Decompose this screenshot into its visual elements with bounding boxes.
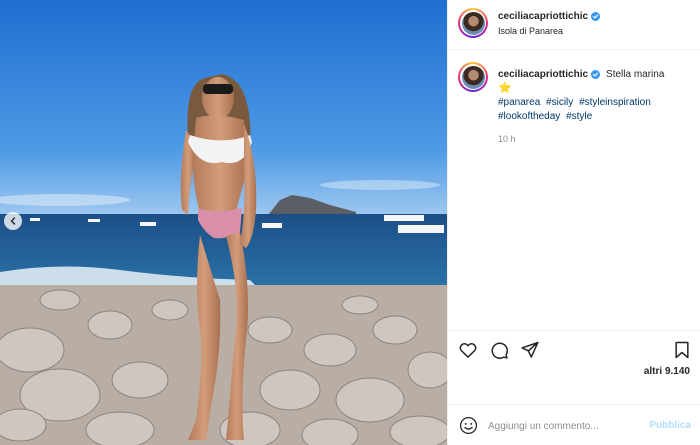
paper-plane-icon[interactable] [520,340,540,360]
post-actions [448,330,700,370]
hashtag-link[interactable]: #lookoftheday [498,111,560,122]
verified-badge-icon [591,12,601,21]
post-timestamp: 10 h [498,134,516,144]
bookmark-icon[interactable] [672,340,692,360]
comment-icon[interactable] [489,340,509,360]
emoji-smile-icon[interactable] [459,416,478,435]
post-header: ceciliacapriottichic Isola di Panarea [448,0,700,50]
caption-text: Stella marina [606,69,665,80]
beach-photo [0,0,447,445]
verified-badge-icon [591,70,601,79]
previous-photo-button[interactable] [4,212,22,230]
heart-icon[interactable] [458,340,478,360]
comment-input[interactable] [488,417,648,435]
author-username[interactable]: ceciliacapriottichic [498,11,588,22]
caption-avatar[interactable] [458,62,488,92]
hashtag-link[interactable]: #style [566,111,592,122]
comment-bar: Pubblica [448,404,700,445]
star-emoji: ⭐ [498,82,512,94]
post-location[interactable]: Isola di Panarea [498,26,563,36]
caption-username[interactable]: ceciliacapriottichic [498,69,588,80]
hashtag-link[interactable]: #panarea [498,97,540,108]
caption-first-line: ceciliacapriottichic Stella marina [498,69,664,80]
hashtag-link[interactable]: #sicily [546,97,573,108]
caption-hashtags: #panarea #sicily #styleinspiration #look… [498,96,693,124]
hashtag-link[interactable]: #styleinspiration [579,97,651,108]
author-username-row: ceciliacapriottichic [498,11,601,22]
likes-count[interactable]: altri 9.140 [644,366,690,377]
post-side-panel: ceciliacapriottichic Isola di Panarea ce… [447,0,700,445]
publish-button[interactable]: Pubblica [649,420,691,431]
instagram-post: ceciliacapriottichic Isola di Panarea ce… [0,0,700,445]
author-avatar[interactable] [458,8,488,38]
chevron-left-icon [10,217,16,225]
post-photo[interactable] [0,0,447,445]
